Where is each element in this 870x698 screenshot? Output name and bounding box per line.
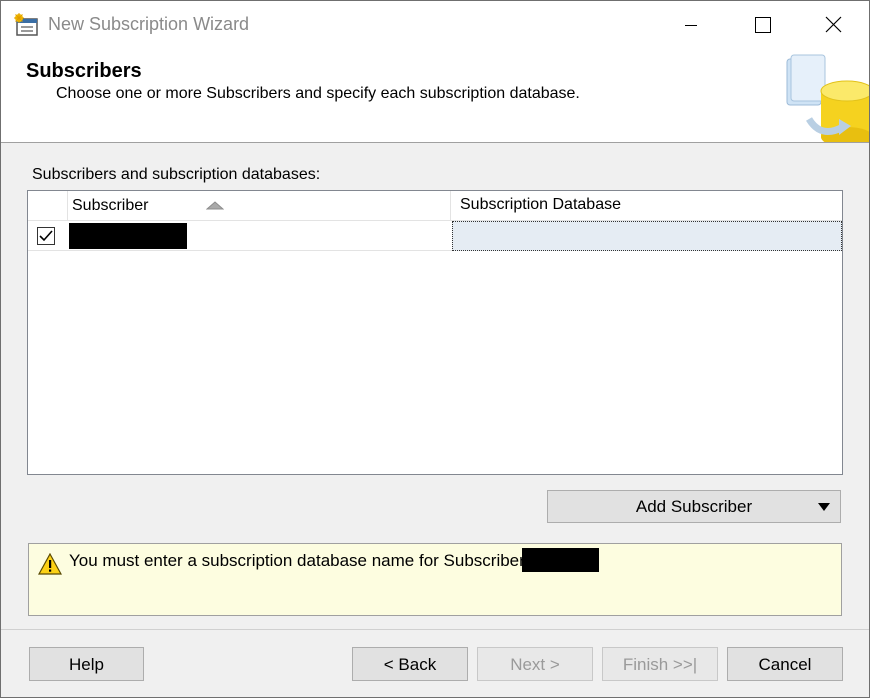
minimize-button[interactable] [656, 1, 726, 49]
dropdown-arrow-icon [818, 503, 830, 511]
maximize-button[interactable] [726, 1, 796, 49]
warning-icon [38, 553, 62, 575]
back-button[interactable]: < Back [352, 647, 468, 681]
help-button[interactable]: Help [29, 647, 144, 681]
subscribers-grid-label: Subscribers and subscription databases: [32, 166, 321, 183]
title-bar[interactable]: New Subscription Wizard [1, 1, 869, 49]
wizard-window: New Subscription Wizard Subscribers Choo… [0, 0, 870, 698]
page-subtitle: Choose one or more Subscribers and speci… [56, 85, 580, 102]
warning-subscriber-redacted [522, 548, 599, 572]
table-row[interactable] [28, 221, 842, 251]
column-header-subscriber-label: Subscriber [72, 197, 149, 214]
wizard-header: Subscribers Choose one or more Subscribe… [1, 49, 869, 143]
close-icon [825, 16, 842, 33]
subscriber-name-redacted [69, 223, 187, 249]
window-title: New Subscription Wizard [48, 14, 250, 34]
close-button[interactable] [798, 1, 868, 49]
minimize-icon [685, 25, 697, 26]
cancel-button[interactable]: Cancel [727, 647, 843, 681]
column-header-subscription-database-label: Subscription Database [460, 196, 621, 213]
checkmark-icon [39, 230, 53, 242]
subscriber-checkbox[interactable] [37, 227, 55, 245]
validation-message-box: You must enter a subscription database n… [28, 543, 842, 616]
database-sync-graphic [786, 54, 869, 142]
subscription-database-cell[interactable] [452, 221, 842, 251]
validation-message-text: You must enter a subscription database n… [69, 551, 533, 570]
grid-header: Subscriber Subscription Database [28, 191, 842, 221]
add-subscriber-button[interactable]: Add Subscriber [547, 490, 841, 523]
finish-button[interactable]: Finish >>| [602, 647, 718, 681]
sort-ascending-icon [206, 201, 224, 210]
footer-divider [1, 629, 869, 630]
subscribers-grid[interactable]: Subscriber Subscription Database [27, 190, 843, 475]
next-button[interactable]: Next > [477, 647, 593, 681]
column-header-subscription-database[interactable]: Subscription Database [452, 191, 842, 221]
column-header-check [28, 191, 68, 221]
column-header-subscriber[interactable]: Subscriber [68, 191, 451, 221]
wizard-app-icon [14, 13, 38, 36]
page-title: Subscribers [26, 60, 142, 82]
maximize-icon [755, 17, 771, 33]
add-subscriber-label: Add Subscriber [635, 497, 753, 516]
